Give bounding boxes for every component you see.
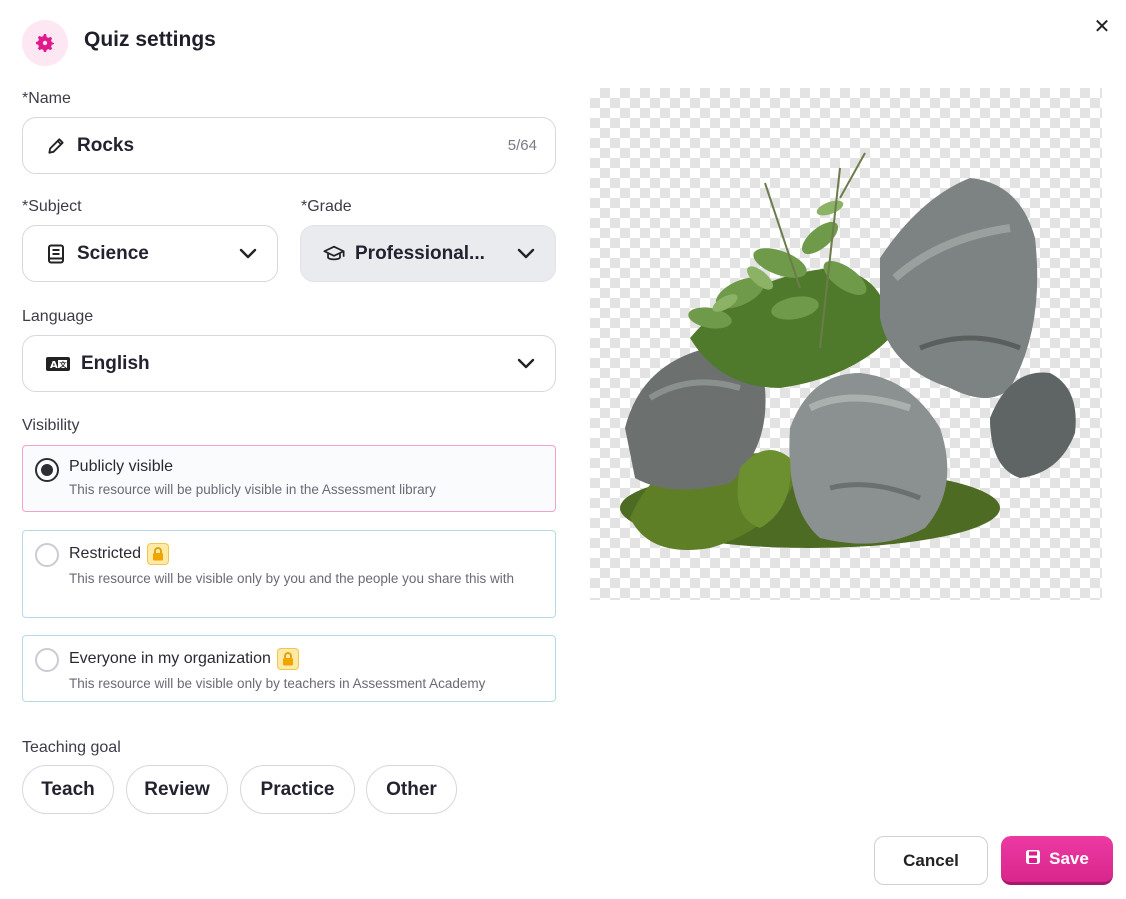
chevron-down-icon xyxy=(237,243,259,265)
language-select[interactable]: A文 English xyxy=(22,335,556,392)
language-icon: A文 xyxy=(45,353,71,375)
visibility-option-description: This resource will be visible only by te… xyxy=(69,676,486,691)
grade-value: Professional... xyxy=(355,242,485,264)
lock-icon xyxy=(276,648,299,670)
teaching-goal-chip-teach[interactable]: Teach xyxy=(22,765,114,814)
visibility-label: Visibility xyxy=(22,417,80,434)
gear-icon xyxy=(22,20,68,66)
visibility-option-restricted[interactable]: Restricted This resource will be visible… xyxy=(22,530,556,618)
book-icon xyxy=(45,243,67,265)
radio-button[interactable] xyxy=(35,648,59,672)
name-char-counter: 5/64 xyxy=(507,137,537,154)
radio-button[interactable] xyxy=(35,458,59,482)
language-value: English xyxy=(81,352,150,374)
teaching-goal-chip-review[interactable]: Review xyxy=(126,765,228,814)
subject-select[interactable]: Science xyxy=(22,225,278,282)
name-field[interactable]: Rocks 5/64 xyxy=(22,117,556,174)
save-button-label: Save xyxy=(1049,849,1089,868)
visibility-option-organization[interactable]: Everyone in my organization This resourc… xyxy=(22,635,556,702)
teaching-goal-chip-other[interactable]: Other xyxy=(366,765,457,814)
save-button[interactable]: Save xyxy=(1001,836,1113,885)
graduation-cap-icon xyxy=(323,243,345,265)
name-value: Rocks xyxy=(77,134,135,156)
save-icon xyxy=(1025,849,1049,870)
visibility-option-title: Publicly visible xyxy=(69,458,174,475)
quiz-cover-image[interactable] xyxy=(590,88,1102,600)
close-icon[interactable]: ✕ xyxy=(1090,14,1114,38)
visibility-option-description: This resource will be publicly visible i… xyxy=(69,482,436,497)
radio-button[interactable] xyxy=(35,543,59,567)
language-label: Language xyxy=(22,308,94,325)
chevron-down-icon xyxy=(515,353,537,375)
svg-text:A: A xyxy=(50,360,58,371)
visibility-option-title: Restricted xyxy=(69,545,142,562)
visibility-option-description: This resource will be visible only by yo… xyxy=(69,571,514,586)
subject-label: *Subject xyxy=(22,198,82,215)
svg-text:文: 文 xyxy=(60,360,68,369)
quiz-settings-dialog: Quiz settings ✕ *Name Rocks 5/64 *Subjec… xyxy=(0,0,1126,899)
chevron-down-icon xyxy=(515,243,537,265)
teaching-goal-chip-practice[interactable]: Practice xyxy=(240,765,355,814)
cancel-button[interactable]: Cancel xyxy=(874,836,988,885)
dialog-title: Quiz settings xyxy=(84,28,216,51)
rocks-illustration xyxy=(620,152,1076,550)
subject-value: Science xyxy=(77,242,149,264)
grade-select[interactable]: Professional... xyxy=(300,225,556,282)
pencil-icon xyxy=(45,135,67,157)
teaching-goal-label: Teaching goal xyxy=(22,739,121,756)
visibility-option-title: Everyone in my organization xyxy=(69,650,271,667)
lock-icon xyxy=(147,543,170,565)
grade-label: *Grade xyxy=(301,198,352,215)
name-label: *Name xyxy=(22,90,71,107)
visibility-option-public[interactable]: Publicly visible This resource will be p… xyxy=(22,445,556,512)
